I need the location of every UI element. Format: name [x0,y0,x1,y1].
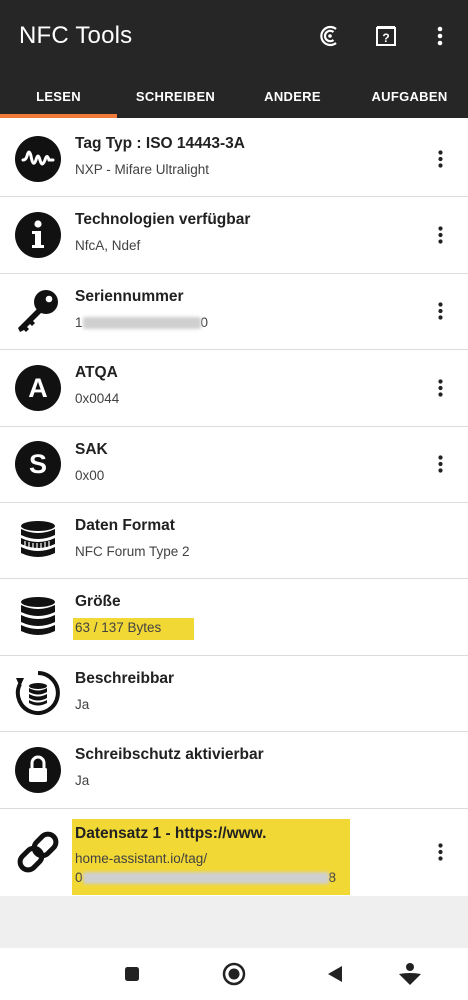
svg-text:S: S [29,449,47,479]
back-icon[interactable] [323,962,347,986]
info-icon [15,212,61,259]
row-title: ATQA [75,364,118,382]
app-title: NFC Tools [19,22,133,49]
row-value: Ja [75,773,90,789]
row-title: Tag Typ : ISO 14443-3A [75,135,245,152]
list-item-serial-number[interactable]: Seriennummer 10 [0,274,468,351]
redacted-serial [82,317,201,330]
more-options-icon[interactable] [432,376,448,400]
row-value: Ja [75,696,90,712]
row-value: 63 / 137 Bytes [73,618,194,641]
row-title: Seriennummer [75,287,184,305]
list-item-data-format[interactable]: Daten Format NFC Forum Type 2 [0,503,468,580]
letter-a-icon: A [15,364,61,411]
recent-apps-icon[interactable] [120,962,144,986]
row-title: Technologien verfügbar [75,211,251,229]
key-icon [18,290,58,333]
list-footer-area [0,896,468,948]
row-title: Datensatz 1 - https://www. [75,824,267,842]
row-title: Schreibschutz aktivierbar [75,746,264,764]
list-item-record-1[interactable]: Datensatz 1 - https://www. home-assistan… [0,809,468,897]
list-item-size[interactable]: Größe 63 / 137 Bytes [0,579,468,656]
svg-text:A: A [28,373,48,403]
record-prefix: 0 [75,869,83,885]
letter-s-icon: S [15,441,61,488]
tab-andere[interactable]: ANDERE [234,74,351,118]
nfc-scan-icon[interactable] [316,22,344,50]
row-value-line2: 08 [75,870,336,885]
lock-icon [15,746,61,793]
row-title: Größe [75,593,121,611]
database-stack-icon [21,520,55,557]
more-options-icon[interactable] [432,840,448,864]
row-value: 0x00 [75,467,105,483]
list-item-technologies[interactable]: Technologien verfügbar NfcA, Ndef [0,197,468,274]
row-value: 10 [75,315,208,330]
list-item-sak[interactable]: S SAK 0x00 [0,427,468,503]
tab-schreiben[interactable]: SCHREIBEN [117,74,234,118]
serial-suffix: 0 [200,314,209,330]
row-value: 0x0044 [75,391,120,407]
tab-lesen[interactable]: LESEN [0,74,117,118]
more-options-icon[interactable] [432,223,448,247]
tab-bar: LESEN SCHREIBEN ANDERE AUFGABEN [0,74,468,118]
list-item-tag-type[interactable]: Tag Typ : ISO 14443-3A NXP - Mifare Ultr… [0,121,468,198]
link-icon [17,831,59,873]
app-bar: NFC Tools ? LESEN SCHREIBEN ANDERE AUFGA… [0,0,468,118]
list-item-writable[interactable]: Beschreibbar Ja [0,656,468,733]
tag-info-list: Tag Typ : ISO 14443-3A NXP - Mifare Ultr… [0,121,468,897]
system-navigation-bar [0,948,468,1000]
row-value-line1: home-assistant.io/tag/ [75,850,208,866]
active-tab-indicator [0,114,117,118]
row-title: SAK [75,440,108,458]
list-item-atqa[interactable]: A ATQA 0x0044 [0,350,468,427]
row-title: Daten Format [75,516,175,534]
home-icon[interactable] [222,962,246,986]
row-title: Beschreibbar [75,669,175,687]
more-options-icon[interactable] [432,452,448,476]
help-icon[interactable]: ? [372,22,400,50]
row-value: NfcA, Ndef [75,238,141,254]
rewritable-icon [15,671,60,716]
list-item-write-protect[interactable]: Schreibschutz aktivierbar Ja [0,732,468,809]
record-suffix: 8 [328,869,337,885]
assistant-icon[interactable] [398,962,422,986]
serial-prefix: 1 [75,314,83,330]
database-icon [21,597,55,636]
row-value: NXP - Mifare Ultralight [75,162,210,177]
overflow-menu-icon[interactable] [426,22,454,50]
more-options-icon[interactable] [432,299,448,323]
tab-aufgaben[interactable]: AUFGABEN [351,74,468,118]
svg-text:?: ? [382,31,389,45]
row-value: NFC Forum Type 2 [75,543,190,559]
redacted-tag-id [82,871,329,884]
waveform-icon [15,135,61,182]
more-options-icon[interactable] [432,147,448,171]
